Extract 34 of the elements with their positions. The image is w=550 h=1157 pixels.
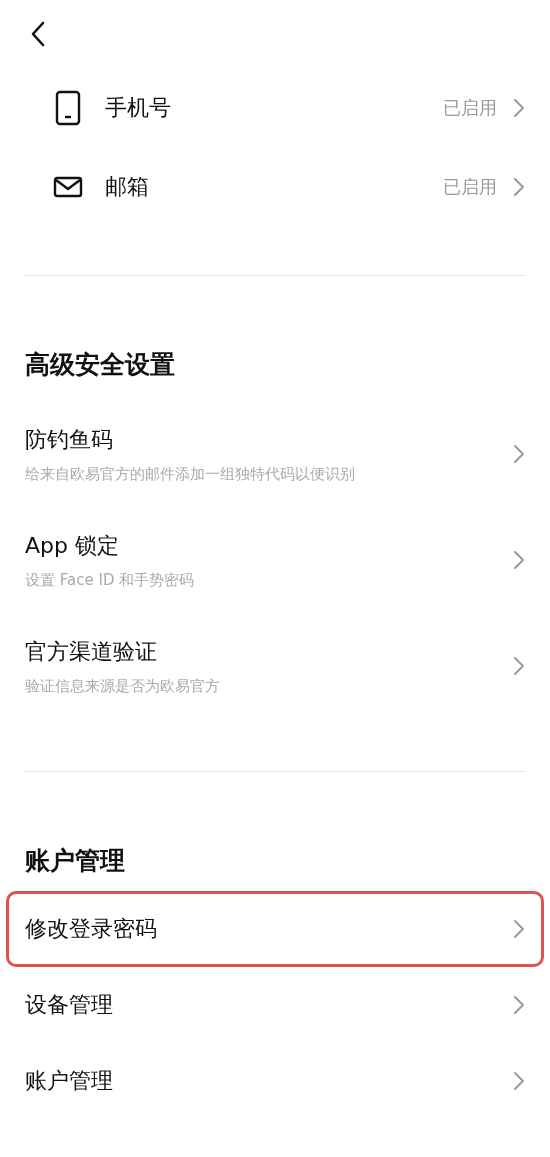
status-text: 已启用	[443, 95, 497, 120]
chevron-right-icon	[513, 1071, 525, 1091]
item-label: 防钓鱼码	[25, 425, 114, 454]
chevron-right-icon	[513, 656, 525, 676]
item-label: 修改登录密码	[25, 915, 158, 943]
item-description: 设置 Face ID 和手势密码	[25, 570, 196, 590]
section-title: 高级安全设置	[24, 348, 176, 381]
status-text: 已启用	[443, 174, 497, 199]
settings-item[interactable]: 防钓鱼码 给来自欧易官方的邮件添加一组独特代码以便识别	[6, 401, 544, 507]
settings-item[interactable]: App 锁定 设置 Face ID 和手势密码	[6, 507, 544, 613]
settings-item[interactable]: 官方渠道验证 验证信息来源是否为欧易官方	[6, 613, 544, 719]
contact-label: 邮箱	[105, 172, 150, 201]
contact-row[interactable]: 邮箱 已启用	[0, 147, 550, 226]
phone-icon	[53, 89, 83, 126]
settings-item[interactable]: 修改登录密码	[6, 891, 544, 967]
item-label: 账户管理	[25, 1067, 114, 1095]
item-label: 设备管理	[25, 991, 114, 1019]
chevron-right-icon	[513, 550, 525, 570]
item-description: 给来自欧易官方的邮件添加一组独特代码以便识别	[25, 464, 356, 484]
settings-item[interactable]: 账户管理	[6, 1043, 544, 1119]
chevron-right-icon	[513, 444, 525, 464]
chevron-right-icon	[513, 176, 525, 197]
back-icon[interactable]	[30, 21, 46, 47]
settings-item[interactable]: 设备管理	[6, 967, 544, 1043]
chevron-right-icon	[513, 919, 525, 939]
chevron-right-icon	[513, 995, 525, 1015]
item-label: 官方渠道验证	[25, 637, 158, 666]
section-title: 账户管理	[24, 844, 126, 877]
chevron-right-icon	[513, 97, 525, 118]
contact-row[interactable]: 手机号 已启用	[0, 68, 550, 147]
item-description: 验证信息来源是否为欧易官方	[25, 676, 221, 696]
item-label: App 锁定	[25, 531, 120, 560]
contact-label: 手机号	[105, 93, 172, 122]
envelope-icon	[53, 175, 83, 198]
